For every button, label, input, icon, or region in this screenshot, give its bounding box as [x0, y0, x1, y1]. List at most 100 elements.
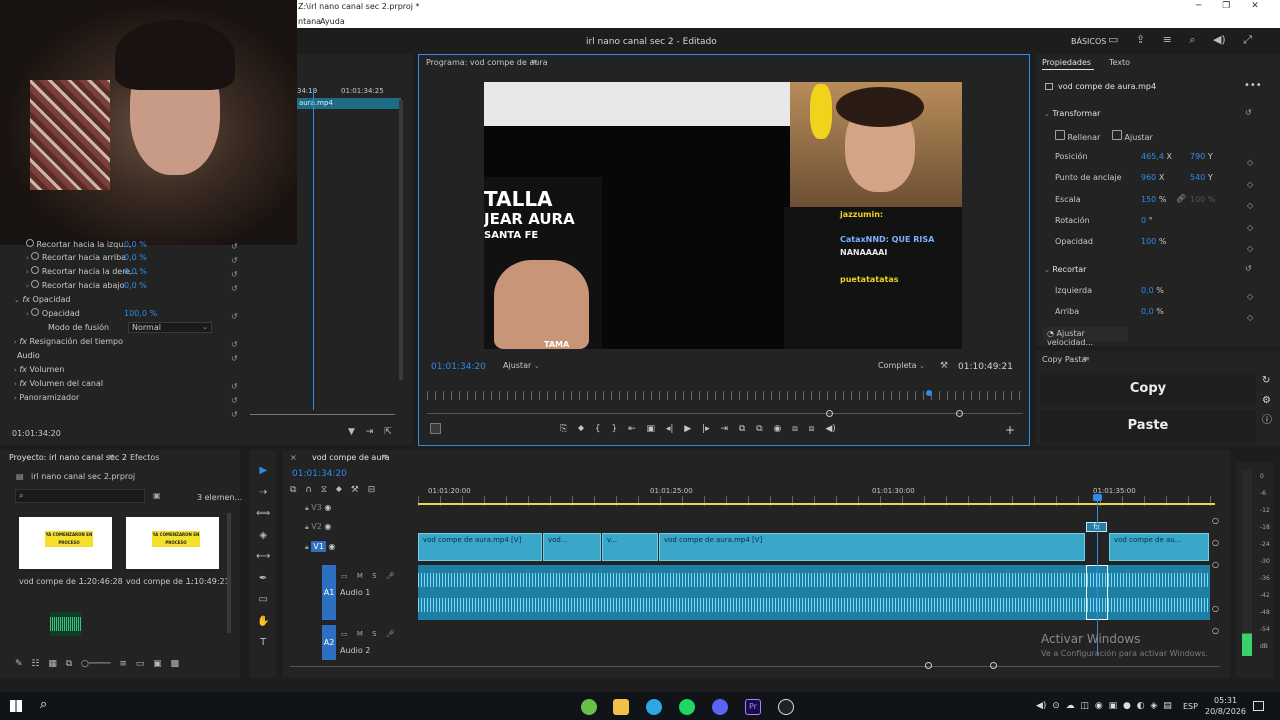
premiere-icon[interactable]: Pr [745, 699, 761, 715]
fit-select[interactable]: Ajustar ⌄ [503, 361, 557, 373]
timeline-playhead-handle[interactable] [1093, 494, 1102, 501]
tab-properties[interactable]: Propiedades [1042, 58, 1091, 67]
add-button-icon[interactable]: + [1005, 423, 1015, 437]
ec-playhead[interactable] [313, 90, 314, 410]
work-area-bar[interactable] [418, 503, 1215, 505]
prop-position-x[interactable]: 465,4 X [1141, 152, 1172, 161]
program-timecode[interactable]: 01:01:34:20 [431, 362, 486, 372]
tray-date[interactable]: 20/8/2026 [1205, 707, 1246, 716]
program-title[interactable]: Programa: vod compe de aura [426, 58, 547, 67]
timeline-tab-menu[interactable]: ≡ [381, 452, 388, 461]
crop-top-value[interactable]: 0,0 % [1141, 307, 1164, 316]
track-a2-target[interactable]: A2 [322, 625, 336, 660]
project-tab-menu[interactable]: ≡ [108, 452, 115, 461]
crop-header[interactable]: ⌄ Recortar [1044, 265, 1086, 274]
window-controls[interactable]: ─ ❐ ✕ [1196, 1, 1259, 11]
stopwatch-icon[interactable] [31, 252, 40, 260]
more-icon[interactable]: ••• [1244, 80, 1262, 91]
edge-icon[interactable] [646, 699, 662, 715]
copy-button[interactable]: Copy [1040, 373, 1256, 405]
tray-icons[interactable]: ◀) ⊙ ☁ ◫ ◉ ▣ ● ◐ ◈ ▤ [1036, 701, 1172, 711]
effects-tab[interactable]: Efectos [130, 453, 159, 462]
audio-item[interactable] [50, 612, 81, 636]
new-bin-icon[interactable]: ▣ [153, 491, 161, 500]
side-icons[interactable]: ↻ ⚙ ⓘ [1262, 371, 1272, 431]
reset-icon[interactable]: ↺ [1245, 108, 1252, 117]
crop-keyframes[interactable]: ◇ ◇ [1247, 286, 1253, 328]
chat-app-icon[interactable] [581, 699, 597, 715]
stopwatch-icon[interactable] [31, 266, 40, 274]
menu-item-ayuda[interactable]: Ayuda [320, 17, 345, 26]
timeline-zoom-handle-left[interactable] [925, 662, 932, 669]
track-label[interactable]: V1 [311, 541, 326, 552]
prop-anchor-x[interactable]: 960 X [1141, 173, 1164, 182]
timeline-tool-icons[interactable]: ⧉ ∩ ⧖ ⬥ ⚒ ⊟ [290, 485, 375, 495]
program-playhead[interactable] [926, 390, 932, 396]
track-a1-target[interactable]: A1 [322, 565, 336, 620]
prop-position-y[interactable]: 790 Y [1190, 152, 1213, 161]
track-a2-controls[interactable]: ▭ M S 🎤︎ [341, 630, 395, 638]
crop-left-value[interactable]: 0,0 % [1141, 286, 1164, 295]
search-taskbar-icon[interactable]: ⌕ [40, 697, 47, 712]
project-item-1[interactable]: YA COMENZARON EN PROCESO [19, 517, 112, 569]
video-clip-4[interactable]: vod compe de aura.mp4 [V] [659, 533, 1085, 561]
ec-blend-select[interactable]: Normal ⌄ [128, 322, 212, 333]
stopwatch-icon[interactable] [31, 280, 40, 288]
prop-anchor-y[interactable]: 540 Y [1190, 173, 1213, 182]
video-clip-5[interactable]: vod compe de au... [1109, 533, 1209, 561]
program-zoom-handle-left[interactable] [826, 410, 833, 417]
eye-icon[interactable]: ◉ [328, 542, 335, 551]
paste-button[interactable]: Paste [1040, 410, 1256, 442]
timeline-zoom-bar[interactable] [290, 666, 1220, 667]
eye-icon[interactable]: ◉ [324, 522, 331, 531]
ec-row-value[interactable]: 0,0 % [124, 279, 147, 292]
speed-button[interactable]: ◔ Ajustar velocidad... [1043, 327, 1128, 347]
timeline-close-icon[interactable]: × [290, 453, 297, 462]
prop-opacity-value[interactable]: 100 % [1141, 237, 1166, 246]
transform-header[interactable]: ⌄ Transformar [1044, 109, 1100, 118]
discord-icon[interactable] [712, 699, 728, 715]
link-icon[interactable]: 🔗︎ [1176, 194, 1186, 203]
ec-row-value[interactable]: 0,0 % [124, 251, 147, 264]
workspace-label[interactable]: BÁSICOS [1071, 37, 1106, 46]
obs-icon[interactable] [778, 699, 794, 715]
selection-tool-icon[interactable]: ▶ [259, 465, 267, 476]
track-a1-controls[interactable]: ▭ M S 🎤︎ [341, 572, 395, 580]
wrench-icon[interactable]: ⚒ [940, 361, 948, 371]
folder-icon[interactable] [613, 699, 629, 715]
stopwatch-icon[interactable] [31, 308, 40, 316]
program-menu-icon[interactable]: ≡ [531, 57, 538, 66]
timeline-playhead[interactable] [1097, 495, 1098, 655]
copy-pasta-menu-icon[interactable]: ≡ [1083, 354, 1090, 363]
program-controls[interactable]: ⎘ ⬥ { } ⇤ ▣ ◂| ▶ |▸ ⇥ ⧉ ⧉ ◉ ⧈ ⧈ ◀) [560, 424, 836, 434]
start-icon[interactable] [10, 700, 22, 712]
ec-audio-channel[interactable]: › fx Volumen del canal [14, 377, 103, 390]
ec-row-value[interactable]: 0,0 % [124, 238, 147, 251]
ec-reset-icons[interactable]: ↺ ↺ ↺ ↺ ↺ ↺ ↺ ↺ ↺ ↺ [231, 240, 238, 422]
prop-scale-y[interactable]: 100 % [1190, 195, 1215, 204]
ec-zoom-slider[interactable] [250, 414, 395, 415]
video-clip-2[interactable]: vod... [543, 533, 601, 561]
video-clip-1[interactable]: vod compe de aura.mp4 [V] [418, 533, 542, 561]
settings-icon[interactable] [430, 423, 441, 434]
ec-opacity-group[interactable]: ⌄ fx Opacidad [14, 293, 71, 306]
ec-audio-volume[interactable]: › fx Volumen [14, 363, 64, 376]
project-item-2[interactable]: YA COMENZARON EN PROCESO [126, 517, 219, 569]
program-zoom-handle-right[interactable] [956, 410, 963, 417]
tray-language[interactable]: ESP [1183, 702, 1198, 711]
ec-timecode[interactable]: 01:01:34:20 [12, 429, 61, 438]
fill-button[interactable]: Rellenar [1055, 130, 1100, 142]
ec-row-value[interactable]: 0,0 % [124, 265, 147, 278]
timeline-zoom-handle-right[interactable] [990, 662, 997, 669]
prop-rotation-value[interactable]: 0 ° [1141, 216, 1153, 225]
project-scrollbar[interactable] [227, 513, 231, 633]
stopwatch-icon[interactable] [26, 239, 34, 247]
fit-button[interactable]: Ajustar [1112, 130, 1153, 142]
project-footer-icons[interactable]: ✎ ☷ ▦ ⧉ ○──── ≡ ▭ ▣ ▩ [15, 659, 179, 669]
ec-opacity-value[interactable]: 100,0 % [124, 307, 157, 320]
project-search[interactable]: ⌕ [15, 489, 145, 503]
ec-audio-pan[interactable]: › Panoramizador [14, 391, 79, 404]
timeline-timecode[interactable]: 01:01:34:20 [292, 469, 347, 479]
ec-footer-icons[interactable]: ▼ ⇥ ⇱ [348, 427, 392, 437]
notification-icon[interactable] [1253, 701, 1264, 711]
